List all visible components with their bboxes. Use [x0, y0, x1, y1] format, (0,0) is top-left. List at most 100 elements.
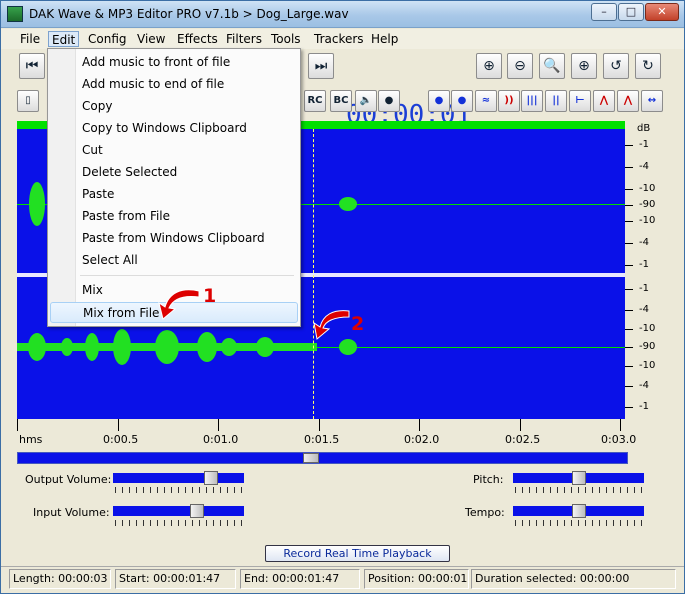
menu-help[interactable]: Help	[368, 31, 401, 47]
channel-right-icon[interactable]: ●	[451, 90, 473, 112]
record-real-time-playback-button[interactable]: Record Real Time Playback	[265, 545, 450, 562]
speaker-icon[interactable]: 🔈	[355, 90, 377, 112]
app-icon	[7, 6, 23, 22]
echo-icon[interactable]: ))	[498, 90, 520, 112]
pitch-label: Pitch:	[473, 473, 504, 486]
menu-item-paste-clipboard[interactable]: Paste from Windows Clipboard	[50, 228, 298, 249]
menu-item-add-front[interactable]: Add music to front of file	[50, 52, 298, 73]
status-start: Start: 00:00:01:47	[115, 569, 236, 589]
callout-number-1: 1	[203, 285, 217, 307]
status-duration: Duration selected: 00:00:00	[471, 569, 676, 589]
output-volume-label: Output Volume:	[25, 473, 112, 486]
bc-button[interactable]: BC	[330, 90, 352, 112]
amplify-icon[interactable]: |||	[521, 90, 543, 112]
callout-number-2: 2	[351, 313, 365, 335]
redo-icon[interactable]: ↻	[635, 53, 661, 79]
input-volume-thumb[interactable]	[190, 504, 204, 518]
input-volume-ticks	[115, 520, 243, 526]
status-position: Position: 00:00:01:47	[364, 569, 469, 589]
wave-icon[interactable]: ≈	[475, 90, 497, 112]
maximize-button[interactable]: □	[618, 3, 644, 21]
db-scale: dB -1 -4 -10 -90 -10 -4 -1 -1 -4 -10 -90…	[625, 121, 657, 419]
menu-file[interactable]: File	[17, 31, 43, 47]
menu-bar: File Edit Config View Effects Filters To…	[1, 29, 684, 49]
scroll-thumb[interactable]	[303, 453, 319, 463]
db-label: -1	[639, 259, 649, 270]
menu-item-cut[interactable]: Cut	[50, 140, 298, 161]
db-label: -10	[639, 183, 656, 194]
menu-item-add-end[interactable]: Add music to end of file	[50, 74, 298, 95]
db-label: -1	[639, 283, 649, 294]
db-label: -10	[639, 323, 656, 334]
undo-icon[interactable]: ↺	[603, 53, 629, 79]
menu-config[interactable]: Config	[85, 31, 130, 47]
menu-filters[interactable]: Filters	[223, 31, 265, 47]
status-length: Length: 00:00:03	[9, 569, 111, 589]
playback-cursor[interactable]	[313, 129, 314, 419]
pitch-thumb[interactable]	[572, 471, 586, 485]
callout-arrow-1	[158, 289, 200, 320]
skip-to-start-button[interactable]: ⏮	[19, 53, 45, 79]
menu-item-paste-from-file[interactable]: Paste from File	[50, 206, 298, 227]
db-label: -1	[639, 401, 649, 412]
output-volume-ticks	[115, 487, 243, 493]
db-label: -4	[639, 380, 649, 391]
minimize-button[interactable]: –	[591, 3, 617, 21]
tempo-label: Tempo:	[465, 506, 505, 519]
pitch-slider[interactable]	[513, 471, 644, 485]
time-ruler[interactable]: hms 0:00.5 0:01.0 0:01.5 0:02.0 0:02.5 0…	[17, 419, 636, 449]
graph-icon[interactable]: ⋀	[617, 90, 639, 112]
record-icon[interactable]: ●	[378, 90, 400, 112]
pitch-ticks	[515, 487, 643, 493]
fade-icon[interactable]: ||	[545, 90, 567, 112]
db-label: -10	[639, 215, 656, 226]
zoom-selection-icon[interactable]: ⊕	[571, 53, 597, 79]
menu-view[interactable]: View	[134, 31, 168, 47]
menu-edit[interactable]: Edit	[48, 31, 80, 47]
rc-button[interactable]: RC	[304, 90, 326, 112]
window-title: DAK Wave & MP3 Editor PRO v7.1b > Dog_La…	[29, 7, 349, 21]
close-button[interactable]: ✕	[645, 3, 679, 21]
db-label: -4	[639, 304, 649, 315]
trim-icon[interactable]: ⊢	[569, 90, 591, 112]
tempo-slider[interactable]	[513, 504, 644, 518]
menu-item-copy[interactable]: Copy	[50, 96, 298, 117]
db-label: -90	[639, 199, 656, 210]
output-volume-slider[interactable]	[113, 471, 244, 485]
channel-left-icon[interactable]: ●	[428, 90, 450, 112]
stretch-icon[interactable]: ↔	[641, 90, 663, 112]
new-file-icon[interactable]: ▯	[17, 90, 39, 112]
db-label: -4	[639, 237, 649, 248]
envelope-icon[interactable]: ⋀	[593, 90, 615, 112]
zoom-fit-icon[interactable]: 🔍	[539, 53, 565, 79]
zoom-in-icon[interactable]: ⊕	[476, 53, 502, 79]
status-bar: Length: 00:00:03 Start: 00:00:01:47 End:…	[1, 566, 684, 593]
app-window: DAK Wave & MP3 Editor PRO v7.1b > Dog_La…	[0, 0, 685, 594]
tempo-thumb[interactable]	[572, 504, 586, 518]
zoom-out-icon[interactable]: ⊖	[507, 53, 533, 79]
horizontal-scrollbar[interactable]	[17, 452, 628, 464]
menu-item-delete-selected[interactable]: Delete Selected	[50, 162, 298, 183]
db-label: -1	[639, 139, 649, 150]
title-bar: DAK Wave & MP3 Editor PRO v7.1b > Dog_La…	[1, 1, 684, 28]
db-label: -10	[639, 360, 656, 371]
menu-trackers[interactable]: Trackers	[311, 31, 367, 47]
input-volume-slider[interactable]	[113, 504, 244, 518]
ruler-label: 0:02.5	[505, 433, 541, 446]
db-unit-label: dB	[637, 123, 651, 134]
ruler-label: 0:03.0	[601, 433, 637, 446]
ruler-label: 0:01.5	[304, 433, 340, 446]
menu-item-paste[interactable]: Paste	[50, 184, 298, 205]
status-end: End: 00:00:01:47	[240, 569, 360, 589]
input-volume-label: Input Volume:	[33, 506, 110, 519]
tempo-ticks	[515, 520, 643, 526]
menu-item-select-all[interactable]: Select All	[50, 250, 298, 271]
skip-to-end-button[interactable]: ⏭	[308, 53, 334, 79]
output-volume-thumb[interactable]	[204, 471, 218, 485]
menu-item-copy-clipboard[interactable]: Copy to Windows Clipboard	[50, 118, 298, 139]
db-label: -90	[639, 341, 656, 352]
ruler-label: 0:01.0	[203, 433, 239, 446]
menu-effects[interactable]: Effects	[174, 31, 221, 47]
ruler-label: 0:00.5	[103, 433, 139, 446]
menu-tools[interactable]: Tools	[268, 31, 304, 47]
